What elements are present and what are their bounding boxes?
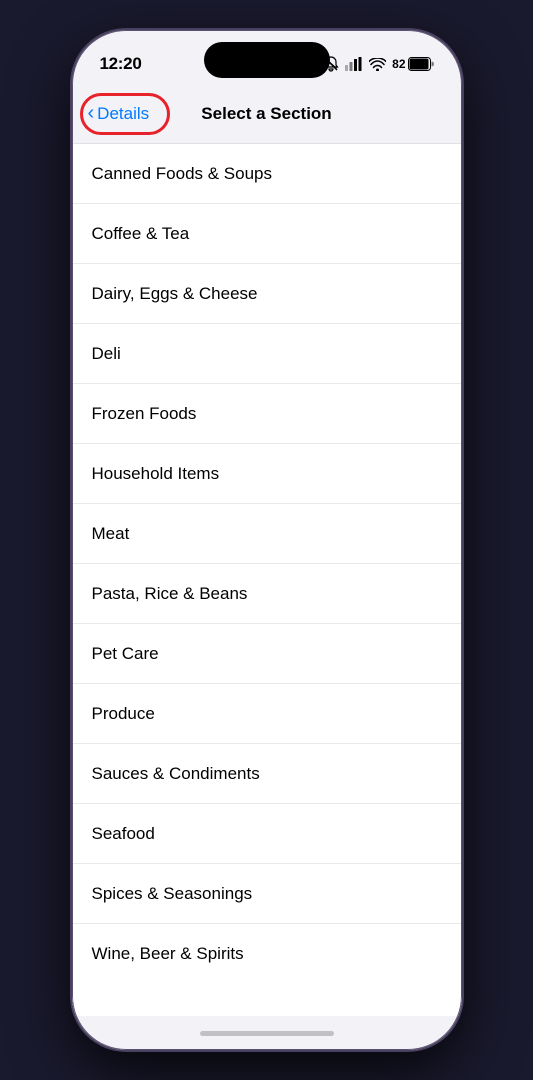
list-item[interactable]: Produce (72, 684, 462, 744)
list-item-label: Sauces & Condiments (92, 764, 260, 784)
list-item[interactable]: Coffee & Tea (72, 204, 462, 264)
signal-icon (345, 57, 363, 71)
back-chevron-icon: ‹ (88, 102, 95, 125)
list-item[interactable]: Meat (72, 504, 462, 564)
list-item[interactable]: Deli (72, 324, 462, 384)
screen-content: ‹ Details Select a Section Canned Foods … (72, 84, 462, 1016)
list-item-label: Seafood (92, 824, 155, 844)
list-item[interactable]: Dairy, Eggs & Cheese (72, 264, 462, 324)
sections-list: Canned Foods & Soups Coffee & Tea Dairy, E… (72, 144, 462, 1016)
mute-button (72, 180, 73, 216)
list-item-label: Household Items (92, 464, 220, 484)
nav-title: Select a Section (201, 104, 331, 124)
list-item[interactable]: Household Items (72, 444, 462, 504)
list-item-label: Pasta, Rice & Beans (92, 584, 248, 604)
list-item-label: Deli (92, 344, 121, 364)
list-item-label: Frozen Foods (92, 404, 197, 424)
list-item[interactable]: Frozen Foods (72, 384, 462, 444)
list-item-label: Canned Foods & Soups (92, 164, 273, 184)
back-button[interactable]: ‹ Details (88, 102, 150, 125)
home-bar (200, 1031, 334, 1036)
status-time: 12:20 (100, 54, 142, 74)
back-label: Details (97, 104, 149, 124)
list-item[interactable]: Pet Care (72, 624, 462, 684)
list-item[interactable]: Canned Foods & Soups (72, 144, 462, 204)
list-item-label: Spices & Seasonings (92, 884, 253, 904)
wifi-icon (369, 58, 386, 71)
list-item[interactable]: Spices & Seasonings (72, 864, 462, 924)
list-item-label: Produce (92, 704, 155, 724)
list-item[interactable]: Seafood (72, 804, 462, 864)
list-item-label: Wine, Beer & Spirits (92, 944, 244, 964)
power-button (461, 230, 462, 310)
battery-icon: 82 (392, 57, 433, 71)
list-item[interactable]: Pasta, Rice & Beans (72, 564, 462, 624)
list-item[interactable]: Sauces & Condiments (72, 744, 462, 804)
phone-frame: 12:20 82 (72, 30, 462, 1050)
battery-level: 82 (392, 57, 405, 71)
list-item-label: Meat (92, 524, 130, 544)
list-item-label: Pet Care (92, 644, 159, 664)
list-item-label: Coffee & Tea (92, 224, 190, 244)
list-item[interactable]: Wine, Beer & Spirits (72, 924, 462, 984)
list-item-label: Dairy, Eggs & Cheese (92, 284, 258, 304)
status-icons: 82 (323, 56, 433, 72)
home-indicator (72, 1016, 462, 1050)
volume-down-button (72, 312, 73, 382)
dynamic-island (204, 42, 330, 78)
nav-bar: ‹ Details Select a Section (72, 84, 462, 144)
volume-up-button (72, 230, 73, 300)
